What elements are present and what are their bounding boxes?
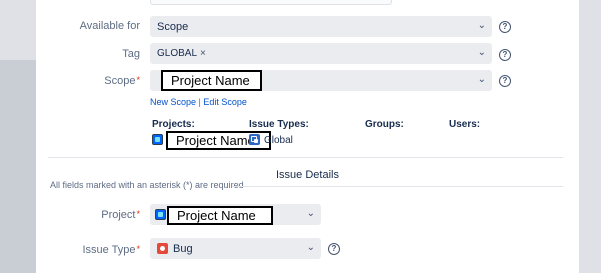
chevron-down-icon: ⌄ [477,74,486,85]
chevron-down-icon: ⌄ [477,20,486,31]
scope-project-name: Project Name [161,70,262,91]
project-name-value: Project Name [167,206,273,225]
section-divider [232,186,563,187]
tag-select[interactable]: GLOBAL × ⌄ [150,43,492,64]
dialog-panel: Available for Scope ⌄ ? Tag GLOBAL × ⌄ ?… [36,0,579,273]
section-divider [48,157,563,158]
issue-type-global-value: Global [264,135,293,146]
help-icon[interactable]: ? [499,75,511,87]
required-mark: * [136,209,140,219]
help-icon[interactable]: ? [499,49,511,61]
issue-type-value: Bug [173,242,193,255]
new-scope-link[interactable]: New Scope [150,97,196,107]
edit-scope-link[interactable]: Edit Scope [203,97,247,107]
help-icon[interactable]: ? [328,243,340,255]
scope-label: Scope* [104,75,140,87]
global-issue-type-icon [249,134,260,145]
chevron-down-icon: ⌄ [306,242,315,253]
required-mark: * [136,75,140,85]
projects-header: Projects: [152,119,195,130]
chevron-down-icon: ⌄ [477,47,486,58]
available-for-select[interactable]: Scope ⌄ [150,16,492,37]
groups-header: Groups: [365,119,404,130]
available-for-label: Available for [79,20,140,32]
tag-remove-icon[interactable]: × [200,48,206,59]
required-fields-note: All fields marked with an asterisk (*) a… [50,180,244,190]
link-separator: | [198,97,201,107]
available-for-value: Scope [157,20,189,33]
tag-label: Tag [122,48,140,60]
page-background-right [579,0,601,273]
bug-icon [157,243,168,254]
tag-chip-label: GLOBAL [157,48,198,59]
required-mark: * [136,244,140,254]
users-header: Users: [449,119,481,130]
chevron-down-icon: ⌄ [306,208,315,219]
project-avatar-icon [152,134,163,145]
issue-type-label: Issue Type* [82,244,140,256]
project-avatar-icon [155,209,166,220]
issue-types-header: Issue Types: [249,119,309,130]
scope-links: New Scope | Edit Scope [150,97,247,107]
issue-type-select[interactable]: Bug ⌄ [150,238,321,259]
previous-field-input[interactable] [150,0,392,5]
help-icon[interactable]: ? [499,21,511,33]
project-label: Project* [101,209,140,221]
tag-chip: GLOBAL × [157,48,206,59]
